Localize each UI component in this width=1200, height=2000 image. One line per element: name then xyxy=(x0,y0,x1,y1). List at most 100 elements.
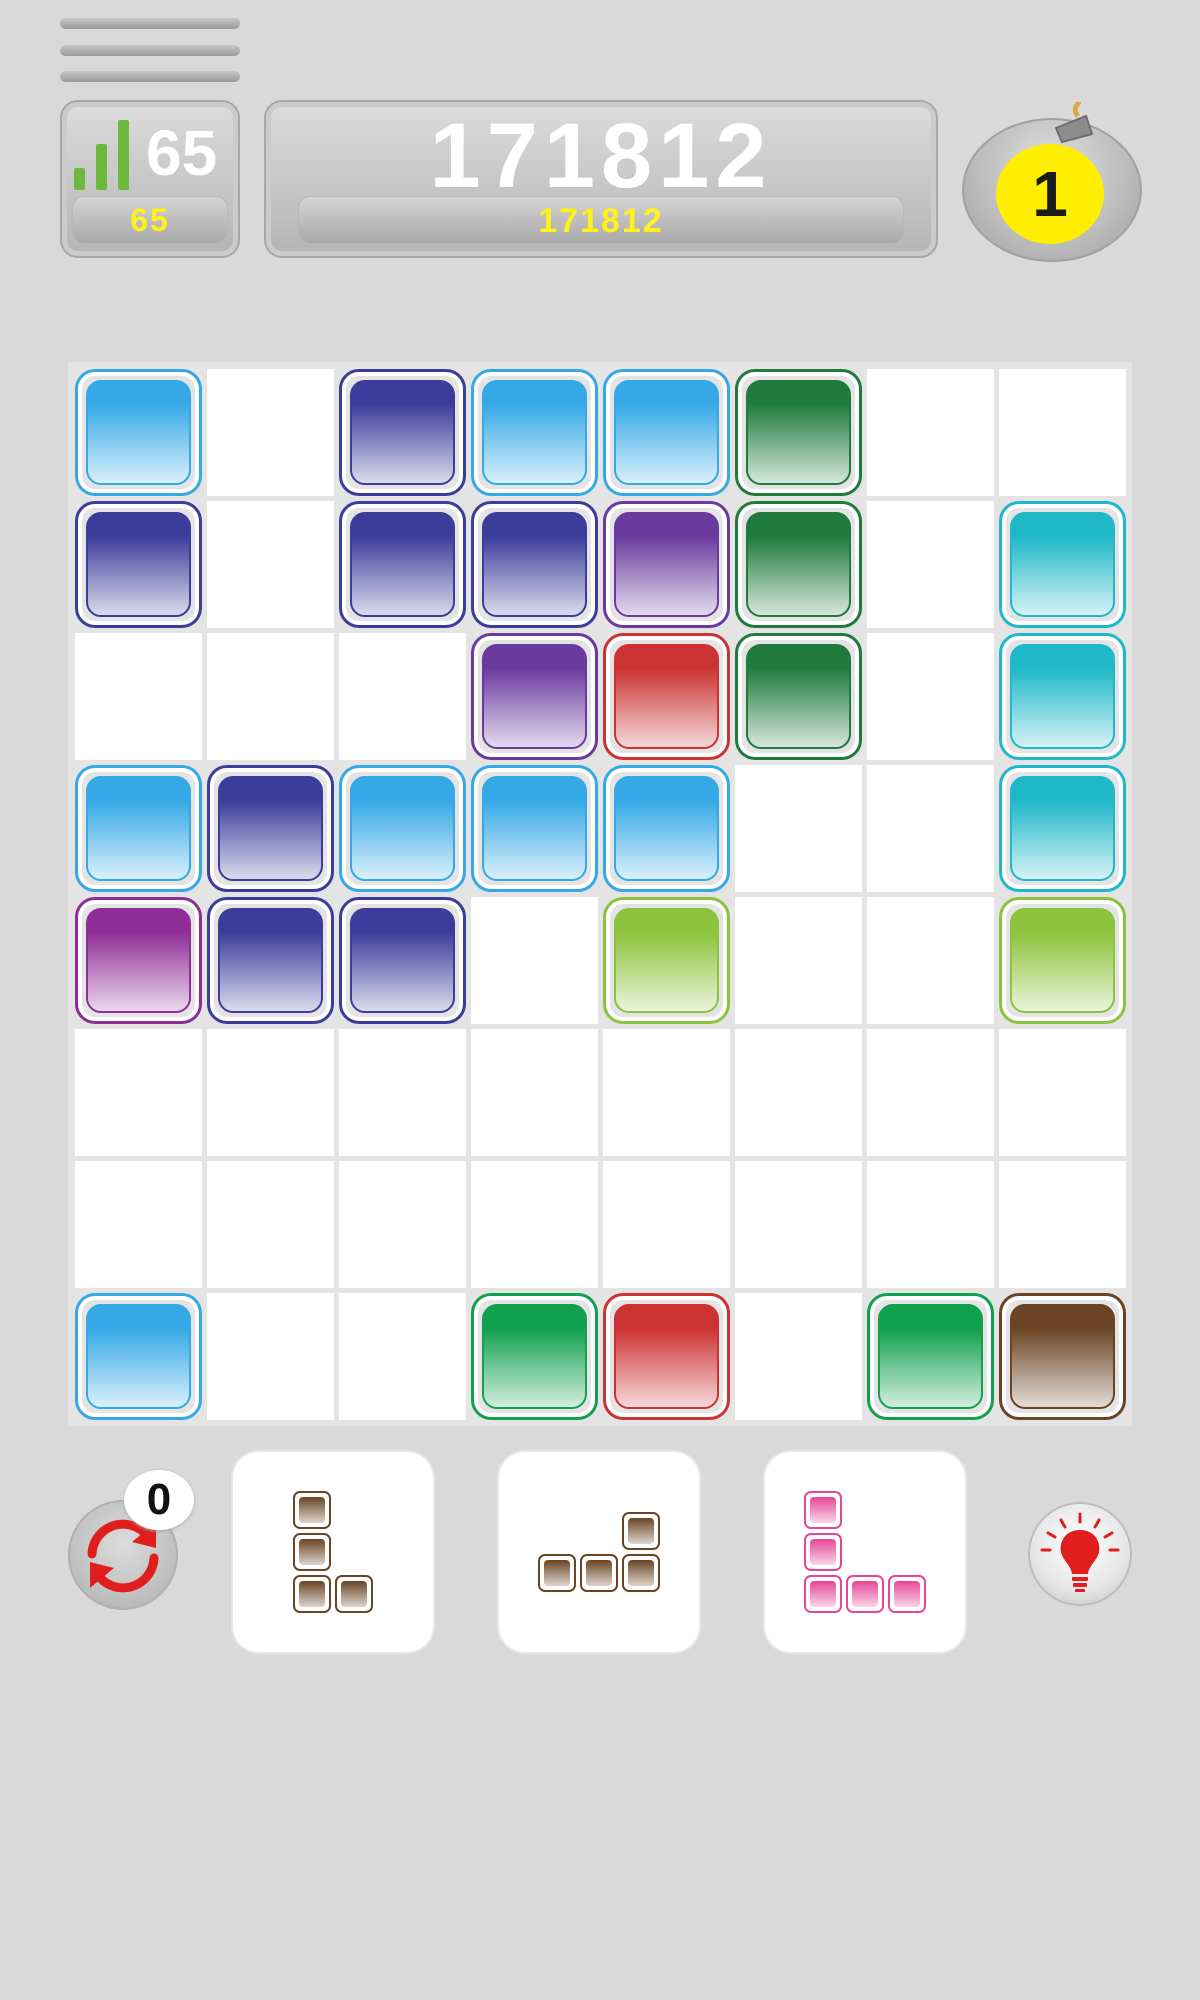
piece-slot-3[interactable] xyxy=(765,1452,965,1652)
magenta-block xyxy=(75,897,202,1024)
board-cell-r2-c4[interactable] xyxy=(471,501,598,628)
board-cell-r8-c5[interactable] xyxy=(603,1293,730,1420)
board-cell-r3-c8[interactable] xyxy=(999,633,1126,760)
board-cell-r8-c4[interactable] xyxy=(471,1293,598,1420)
board-cell-r2-c6[interactable] xyxy=(735,501,862,628)
brown-piece-block xyxy=(293,1491,331,1529)
board-cell-r2-c3[interactable] xyxy=(339,501,466,628)
game-board xyxy=(68,362,1132,1426)
board-cell-r4-c1[interactable] xyxy=(75,765,202,892)
board-cell-r8-c7[interactable] xyxy=(867,1293,994,1420)
hint-button[interactable] xyxy=(1028,1502,1132,1606)
brown-piece-block xyxy=(580,1554,618,1592)
board-cell-r5-c8[interactable] xyxy=(999,897,1126,1024)
board-cell-r6-c6[interactable] xyxy=(735,1029,862,1156)
brown-piece-block xyxy=(622,1512,660,1550)
board-cell-r5-c2[interactable] xyxy=(207,897,334,1024)
board-cell-r5-c7[interactable] xyxy=(867,897,994,1024)
sky-block xyxy=(603,369,730,496)
board-cell-r5-c1[interactable] xyxy=(75,897,202,1024)
brown-piece-block xyxy=(538,1554,576,1592)
cyan-block xyxy=(999,765,1126,892)
board-cell-r5-c4[interactable] xyxy=(471,897,598,1024)
board-cell-r3-c6[interactable] xyxy=(735,633,862,760)
board-cell-r6-c7[interactable] xyxy=(867,1029,994,1156)
pink-piece-block xyxy=(804,1533,842,1571)
board-cell-r6-c2[interactable] xyxy=(207,1029,334,1156)
board-cell-r4-c2[interactable] xyxy=(207,765,334,892)
purple-block xyxy=(471,633,598,760)
board-cell-r6-c1[interactable] xyxy=(75,1029,202,1156)
board-cell-r8-c6[interactable] xyxy=(735,1293,862,1420)
signal-bars-icon xyxy=(72,116,132,190)
red-block xyxy=(603,1293,730,1420)
board-cell-r3-c7[interactable] xyxy=(867,633,994,760)
cyan-block xyxy=(999,633,1126,760)
board-cell-r8-c8[interactable] xyxy=(999,1293,1126,1420)
sky-block xyxy=(471,765,598,892)
board-cell-r8-c3[interactable] xyxy=(339,1293,466,1420)
board-cell-r7-c1[interactable] xyxy=(75,1161,202,1288)
bomb-count: 1 xyxy=(996,144,1104,244)
board-cell-r1-c2[interactable] xyxy=(207,369,334,496)
piece-slot-1[interactable] xyxy=(233,1452,433,1652)
level-sub-value: 65 xyxy=(130,202,170,238)
board-cell-r6-c4[interactable] xyxy=(471,1029,598,1156)
board-cell-r2-c5[interactable] xyxy=(603,501,730,628)
piece-slot-2[interactable] xyxy=(499,1452,699,1652)
board-cell-r7-c4[interactable] xyxy=(471,1161,598,1288)
board-cell-r1-c4[interactable] xyxy=(471,369,598,496)
board-cell-r5-c6[interactable] xyxy=(735,897,862,1024)
board-cell-r1-c7[interactable] xyxy=(867,369,994,496)
board-cell-r2-c2[interactable] xyxy=(207,501,334,628)
purple-block xyxy=(603,501,730,628)
board-cell-r5-c3[interactable] xyxy=(339,897,466,1024)
board-cell-r7-c5[interactable] xyxy=(603,1161,730,1288)
board-cell-r7-c6[interactable] xyxy=(735,1161,862,1288)
board-cell-r3-c2[interactable] xyxy=(207,633,334,760)
brown-piece-block xyxy=(622,1554,660,1592)
board-cell-r6-c3[interactable] xyxy=(339,1029,466,1156)
best-score-value: 171812 xyxy=(538,202,664,240)
darkgreen-block xyxy=(735,633,862,760)
board-cell-r7-c3[interactable] xyxy=(339,1161,466,1288)
board-cell-r4-c6[interactable] xyxy=(735,765,862,892)
fuse-icon xyxy=(1054,102,1094,144)
board-cell-r6-c5[interactable] xyxy=(603,1029,730,1156)
board-cell-r1-c5[interactable] xyxy=(603,369,730,496)
board-cell-r2-c1[interactable] xyxy=(75,501,202,628)
board-cell-r4-c3[interactable] xyxy=(339,765,466,892)
board-cell-r1-c1[interactable] xyxy=(75,369,202,496)
brown-block xyxy=(999,1293,1126,1420)
board-cell-r7-c2[interactable] xyxy=(207,1161,334,1288)
board-cell-r4-c5[interactable] xyxy=(603,765,730,892)
board-cell-r3-c5[interactable] xyxy=(603,633,730,760)
lime-block xyxy=(603,897,730,1024)
board-cell-r2-c8[interactable] xyxy=(999,501,1126,628)
brown-piece-block xyxy=(293,1533,331,1571)
board-cell-r4-c4[interactable] xyxy=(471,765,598,892)
sky-block xyxy=(75,765,202,892)
board-cell-r7-c7[interactable] xyxy=(867,1161,994,1288)
green-block xyxy=(471,1293,598,1420)
pink-piece-block xyxy=(888,1575,926,1613)
sky-block xyxy=(339,765,466,892)
board-cell-r4-c8[interactable] xyxy=(999,765,1126,892)
board-cell-r1-c8[interactable] xyxy=(999,369,1126,496)
board-cell-r7-c8[interactable] xyxy=(999,1161,1126,1288)
board-cell-r3-c3[interactable] xyxy=(339,633,466,760)
board-cell-r3-c4[interactable] xyxy=(471,633,598,760)
board-cell-r6-c8[interactable] xyxy=(999,1029,1126,1156)
bomb-button[interactable]: 1 xyxy=(962,80,1142,262)
menu-icon xyxy=(60,18,240,29)
board-cell-r3-c1[interactable] xyxy=(75,633,202,760)
board-cell-r2-c7[interactable] xyxy=(867,501,994,628)
menu-button[interactable] xyxy=(60,18,240,86)
board-cell-r5-c5[interactable] xyxy=(603,897,730,1024)
board-cell-r8-c1[interactable] xyxy=(75,1293,202,1420)
board-cell-r8-c2[interactable] xyxy=(207,1293,334,1420)
board-cell-r1-c3[interactable] xyxy=(339,369,466,496)
board-cell-r1-c6[interactable] xyxy=(735,369,862,496)
sky-block xyxy=(603,765,730,892)
board-cell-r4-c7[interactable] xyxy=(867,765,994,892)
